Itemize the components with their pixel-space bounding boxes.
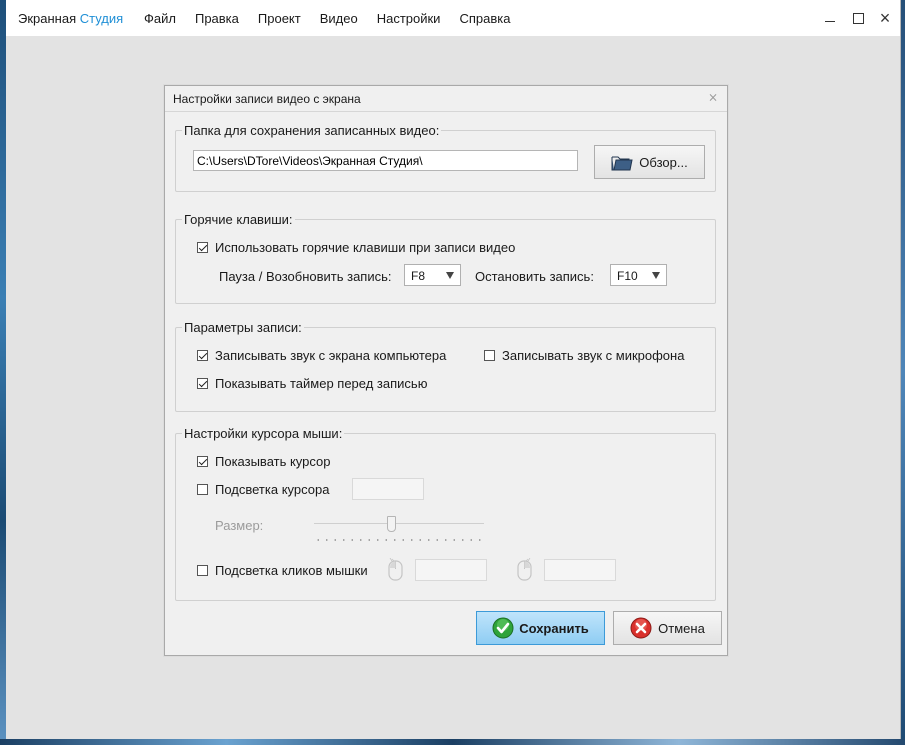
menu-help[interactable]: Справка [459, 11, 510, 26]
record-mic-label: Записывать звук с микрофона [502, 348, 685, 363]
dialog-title: Настройки записи видео с экрана [173, 92, 361, 106]
show-cursor-label: Показывать курсор [215, 454, 331, 469]
right-click-color-picker[interactable] [544, 559, 616, 581]
highlight-clicks-checkbox[interactable]: Подсветка кликов мышки [197, 563, 368, 578]
record-mic-checkbox[interactable]: Записывать звук с микрофона [484, 348, 684, 363]
record-system-audio-label: Записывать звук с экрана компьютера [215, 348, 447, 363]
close-icon: × [879, 7, 891, 28]
chevron-down-icon [652, 272, 660, 279]
save-button-label: Сохранить [519, 620, 589, 636]
cursor-size-slider-ticks [314, 539, 484, 541]
highlight-cursor-checkbox[interactable]: Подсветка курсора [197, 482, 329, 497]
maximize-button[interactable] [848, 8, 868, 28]
chevron-down-icon [446, 272, 454, 279]
cursor-highlight-color-picker[interactable] [352, 478, 424, 500]
dialog-title-bar: Настройки записи видео с экрана ⨯ [165, 86, 727, 112]
save-path-input[interactable] [193, 150, 578, 171]
record-system-audio-checkbox[interactable]: Записывать звук с экрана компьютера [197, 348, 446, 363]
minimize-button[interactable] [820, 8, 840, 28]
desktop-background-bottom [0, 739, 905, 745]
minimize-icon [825, 20, 835, 22]
recording-params-legend: Параметры записи: [182, 320, 304, 335]
save-folder-legend: Папка для сохранения записанных видео: [182, 123, 442, 138]
highlight-clicks-label: Подсветка кликов мышки [215, 563, 368, 578]
menu-edit[interactable]: Правка [195, 11, 239, 26]
cursor-size-slider-thumb[interactable] [386, 516, 396, 532]
right-click-mouse-icon [517, 558, 532, 581]
stop-hotkey-value: F10 [617, 269, 638, 283]
left-click-mouse-icon [388, 558, 403, 581]
show-timer-checkbox[interactable]: Показывать таймер перед записью [197, 376, 427, 391]
close-button[interactable]: × [875, 8, 895, 28]
left-click-color-picker[interactable] [415, 559, 487, 581]
stop-hotkey-select[interactable]: F10 [610, 264, 667, 286]
save-button[interactable]: Сохранить [476, 611, 605, 645]
highlight-cursor-check-box[interactable] [197, 484, 208, 495]
checkmark-icon [492, 617, 514, 639]
menu-file[interactable]: Файл [144, 11, 176, 26]
use-hotkeys-checkbox[interactable]: Использовать горячие клавиши при записи … [197, 240, 515, 255]
pause-hotkey-value: F8 [411, 269, 426, 283]
show-timer-label: Показывать таймер перед записью [215, 376, 428, 391]
use-hotkeys-label: Использовать горячие клавиши при записи … [215, 240, 516, 255]
cursor-settings-legend: Настройки курсора мыши: [182, 426, 345, 441]
highlight-cursor-label: Подсветка курсора [215, 482, 330, 497]
show-timer-check-box[interactable] [197, 378, 208, 389]
cursor-size-label: Размер: [215, 518, 264, 533]
pause-hotkey-select[interactable]: F8 [404, 264, 461, 286]
recording-params-group: Параметры записи: [175, 320, 716, 412]
menu-settings[interactable]: Настройки [377, 11, 441, 26]
folder-icon [611, 156, 633, 170]
menu-project[interactable]: Проект [258, 11, 301, 26]
cancel-button-label: Отмена [658, 620, 705, 636]
use-hotkeys-check-box[interactable] [197, 242, 208, 253]
dialog-close-icon[interactable]: ⨯ [707, 91, 719, 103]
browse-button[interactable]: Обзор... [594, 145, 705, 179]
app-title-part1: Экранная [18, 11, 80, 26]
pause-hotkey-label: Пауза / Возобновить запись: [219, 269, 392, 284]
app-title-part2: Студия [79, 11, 124, 26]
cursor-size-slider-track [314, 523, 484, 524]
menu-video[interactable]: Видео [320, 11, 358, 26]
record-system-audio-check-box[interactable] [197, 350, 208, 361]
hotkeys-legend: Горячие клавиши: [182, 212, 295, 227]
show-cursor-checkbox[interactable]: Показывать курсор [197, 454, 331, 469]
title-bar: Экранная Студия Файл Правка Проект Видео… [6, 0, 900, 36]
cancel-button[interactable]: Отмена [613, 611, 722, 645]
menu-bar: Файл Правка Проект Видео Настройки Справ… [144, 11, 529, 26]
recording-settings-dialog: Настройки записи видео с экрана ⨯ Папка … [164, 85, 728, 656]
stop-hotkey-label: Остановить запись: [475, 269, 594, 284]
browse-button-label: Обзор... [639, 154, 688, 170]
maximize-icon [852, 12, 864, 24]
highlight-clicks-check-box[interactable] [197, 565, 208, 576]
record-mic-check-box[interactable] [484, 350, 495, 361]
app-title: Экранная Студия [18, 11, 123, 26]
show-cursor-check-box[interactable] [197, 456, 208, 467]
hotkeys-group: Горячие клавиши: [175, 212, 716, 304]
cancel-icon [630, 617, 652, 639]
